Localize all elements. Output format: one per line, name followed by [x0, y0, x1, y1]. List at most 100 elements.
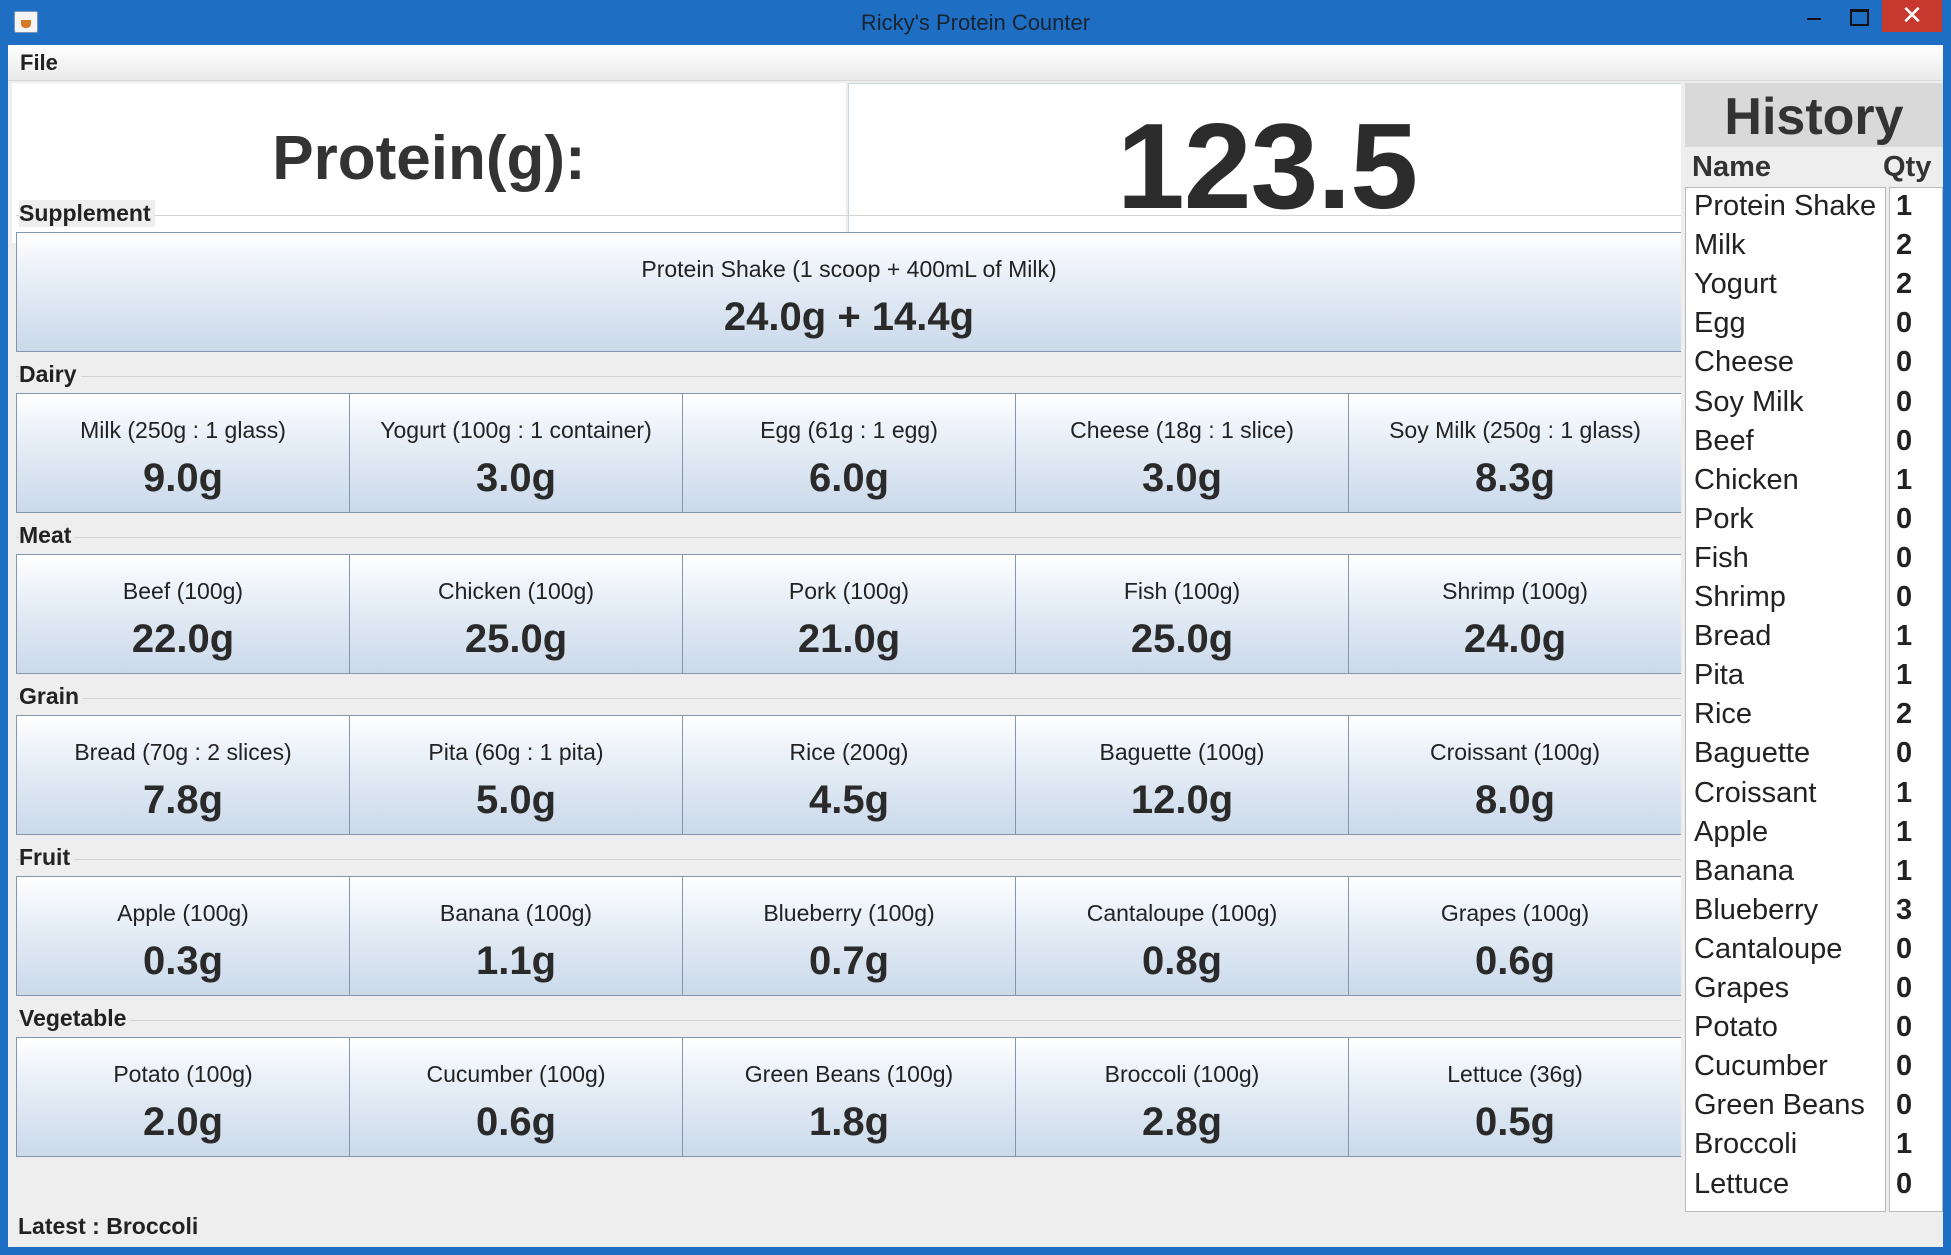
maximize-button[interactable]: [1838, 0, 1878, 32]
history-item-qty[interactable]: 0: [1896, 386, 1912, 419]
food-button[interactable]: Milk (250g : 1 glass) 9.0g: [16, 393, 350, 513]
history-item-qty[interactable]: 1: [1896, 777, 1912, 810]
menu-file[interactable]: File: [16, 50, 62, 76]
food-protein-value: 2.0g: [142, 1100, 224, 1144]
history-item-name[interactable]: Rice: [1694, 698, 1752, 731]
history-item-name[interactable]: Pork: [1694, 503, 1754, 536]
history-item-qty[interactable]: 1: [1896, 620, 1912, 653]
history-item-name[interactable]: Green Beans: [1694, 1089, 1865, 1122]
section-title: Vegetable: [19, 1005, 131, 1032]
history-item-qty[interactable]: 0: [1896, 346, 1912, 379]
history-item-qty[interactable]: 0: [1896, 542, 1912, 575]
food-button[interactable]: Apple (100g) 0.3g: [16, 876, 350, 996]
food-name: Fish (100g): [1123, 578, 1241, 604]
food-button[interactable]: Rice (200g) 4.5g: [682, 715, 1016, 835]
history-item-qty[interactable]: 0: [1896, 307, 1912, 340]
history-item-name[interactable]: Yogurt: [1694, 268, 1777, 301]
history-item-name[interactable]: Cheese: [1694, 346, 1794, 379]
history-item-qty[interactable]: 1: [1896, 816, 1912, 849]
history-item-qty[interactable]: 0: [1896, 933, 1912, 966]
history-item-qty[interactable]: 0: [1896, 1168, 1912, 1201]
history-item-name[interactable]: Potato: [1694, 1011, 1778, 1044]
food-button[interactable]: Yogurt (100g : 1 container) 3.0g: [349, 393, 683, 513]
food-name: Pork (100g): [788, 578, 910, 604]
history-item-qty[interactable]: 2: [1896, 229, 1912, 262]
food-name: Pita (60g : 1 pita): [428, 739, 604, 765]
history-item-qty[interactable]: 0: [1896, 503, 1912, 536]
history-item-qty[interactable]: 3: [1896, 894, 1912, 927]
food-button[interactable]: Baguette (100g) 12.0g: [1015, 715, 1349, 835]
food-name: Banana (100g): [439, 900, 593, 926]
history-item-name[interactable]: Grapes: [1694, 972, 1789, 1005]
section-divider: [16, 698, 1687, 699]
food-protein-value: 0.8g: [1141, 939, 1223, 983]
food-button[interactable]: Grapes (100g) 0.6g: [1348, 876, 1682, 996]
history-item-name[interactable]: Bread: [1694, 620, 1771, 653]
history-qty-list[interactable]: 1 2 2 0 0 0 0 1 0 0 0 1 1 2 0 1 1 1 3 0 0 0 0 0 1 0: [1889, 187, 1943, 1212]
history-item-qty[interactable]: 0: [1896, 1011, 1912, 1044]
history-item-name[interactable]: Lettuce: [1694, 1168, 1789, 1201]
food-button[interactable]: Soy Milk (250g : 1 glass) 8.3g: [1348, 393, 1682, 513]
food-button[interactable]: Broccoli (100g) 2.8g: [1015, 1037, 1349, 1157]
history-item-qty[interactable]: 0: [1896, 1089, 1912, 1122]
history-item-qty[interactable]: 2: [1896, 698, 1912, 731]
food-button[interactable]: Beef (100g) 22.0g: [16, 554, 350, 674]
history-item-name[interactable]: Cantaloupe: [1694, 933, 1842, 966]
history-item-name[interactable]: Beef: [1694, 425, 1754, 458]
food-button[interactable]: Banana (100g) 1.1g: [349, 876, 683, 996]
food-button[interactable]: Lettuce (36g) 0.5g: [1348, 1037, 1682, 1157]
history-item-qty[interactable]: 0: [1896, 972, 1912, 1005]
food-button[interactable]: Fish (100g) 25.0g: [1015, 554, 1349, 674]
history-item-name[interactable]: Banana: [1694, 855, 1794, 888]
status-label: Latest: [18, 1213, 86, 1239]
food-protein-value: 8.0g: [1474, 778, 1556, 822]
history-item-qty[interactable]: 1: [1896, 855, 1912, 888]
food-button[interactable]: Pork (100g) 21.0g: [682, 554, 1016, 674]
food-button[interactable]: Shrimp (100g) 24.0g: [1348, 554, 1682, 674]
history-name-list[interactable]: Protein Shake Milk Yogurt Egg Cheese Soy Milk…: [1685, 187, 1886, 1212]
history-item-qty[interactable]: 1: [1896, 659, 1912, 692]
food-button[interactable]: Cantaloupe (100g) 0.8g: [1015, 876, 1349, 996]
food-button[interactable]: Chicken (100g) 25.0g: [349, 554, 683, 674]
history-item-name[interactable]: Apple: [1694, 816, 1768, 849]
history-item-name[interactable]: Chicken: [1694, 464, 1799, 497]
history-item-name[interactable]: Baguette: [1694, 737, 1810, 770]
history-item-qty[interactable]: 0: [1896, 425, 1912, 458]
food-button[interactable]: Blueberry (100g) 0.7g: [682, 876, 1016, 996]
history-item-qty[interactable]: 0: [1896, 581, 1912, 614]
close-button[interactable]: ✕: [1882, 0, 1942, 32]
title-bar: Ricky's Protein Counter ✕: [0, 0, 1951, 45]
food-button[interactable]: Croissant (100g) 8.0g: [1348, 715, 1682, 835]
history-item-qty[interactable]: 0: [1896, 737, 1912, 770]
history-item-name[interactable]: Pita: [1694, 659, 1744, 692]
history-item-name[interactable]: Shrimp: [1694, 581, 1786, 614]
history-item-name[interactable]: Protein Shake: [1694, 190, 1876, 223]
history-item-name[interactable]: Egg: [1694, 307, 1746, 340]
food-button[interactable]: Protein Shake (1 scoop + 400mL of Milk) 2…: [16, 232, 1682, 352]
food-button[interactable]: Cucumber (100g) 0.6g: [349, 1037, 683, 1157]
status-bar: Latest : Broccoli: [18, 1213, 198, 1240]
history-item-qty[interactable]: 1: [1896, 464, 1912, 497]
history-item-qty[interactable]: 1: [1896, 190, 1912, 223]
food-button[interactable]: Green Beans (100g) 1.8g: [682, 1037, 1016, 1157]
food-protein-value: 0.6g: [1474, 939, 1556, 983]
food-protein-value: 2.8g: [1141, 1100, 1223, 1144]
minimize-button[interactable]: [1795, 0, 1831, 32]
food-button[interactable]: Egg (61g : 1 egg) 6.0g: [682, 393, 1016, 513]
history-item-name[interactable]: Broccoli: [1694, 1128, 1797, 1161]
history-item-name[interactable]: Cucumber: [1694, 1050, 1828, 1083]
food-name: Cheese (18g : 1 slice): [1070, 417, 1294, 443]
food-protein-value: 21.0g: [797, 617, 901, 661]
history-item-name[interactable]: Milk: [1694, 229, 1746, 262]
history-item-name[interactable]: Blueberry: [1694, 894, 1818, 927]
food-button[interactable]: Bread (70g : 2 slices) 7.8g: [16, 715, 350, 835]
history-item-qty[interactable]: 0: [1896, 1050, 1912, 1083]
history-item-name[interactable]: Croissant: [1694, 777, 1817, 810]
history-item-qty[interactable]: 1: [1896, 1128, 1912, 1161]
history-item-name[interactable]: Soy Milk: [1694, 386, 1804, 419]
food-button[interactable]: Potato (100g) 2.0g: [16, 1037, 350, 1157]
history-item-qty[interactable]: 2: [1896, 268, 1912, 301]
history-item-name[interactable]: Fish: [1694, 542, 1749, 575]
food-button[interactable]: Cheese (18g : 1 slice) 3.0g: [1015, 393, 1349, 513]
food-button[interactable]: Pita (60g : 1 pita) 5.0g: [349, 715, 683, 835]
